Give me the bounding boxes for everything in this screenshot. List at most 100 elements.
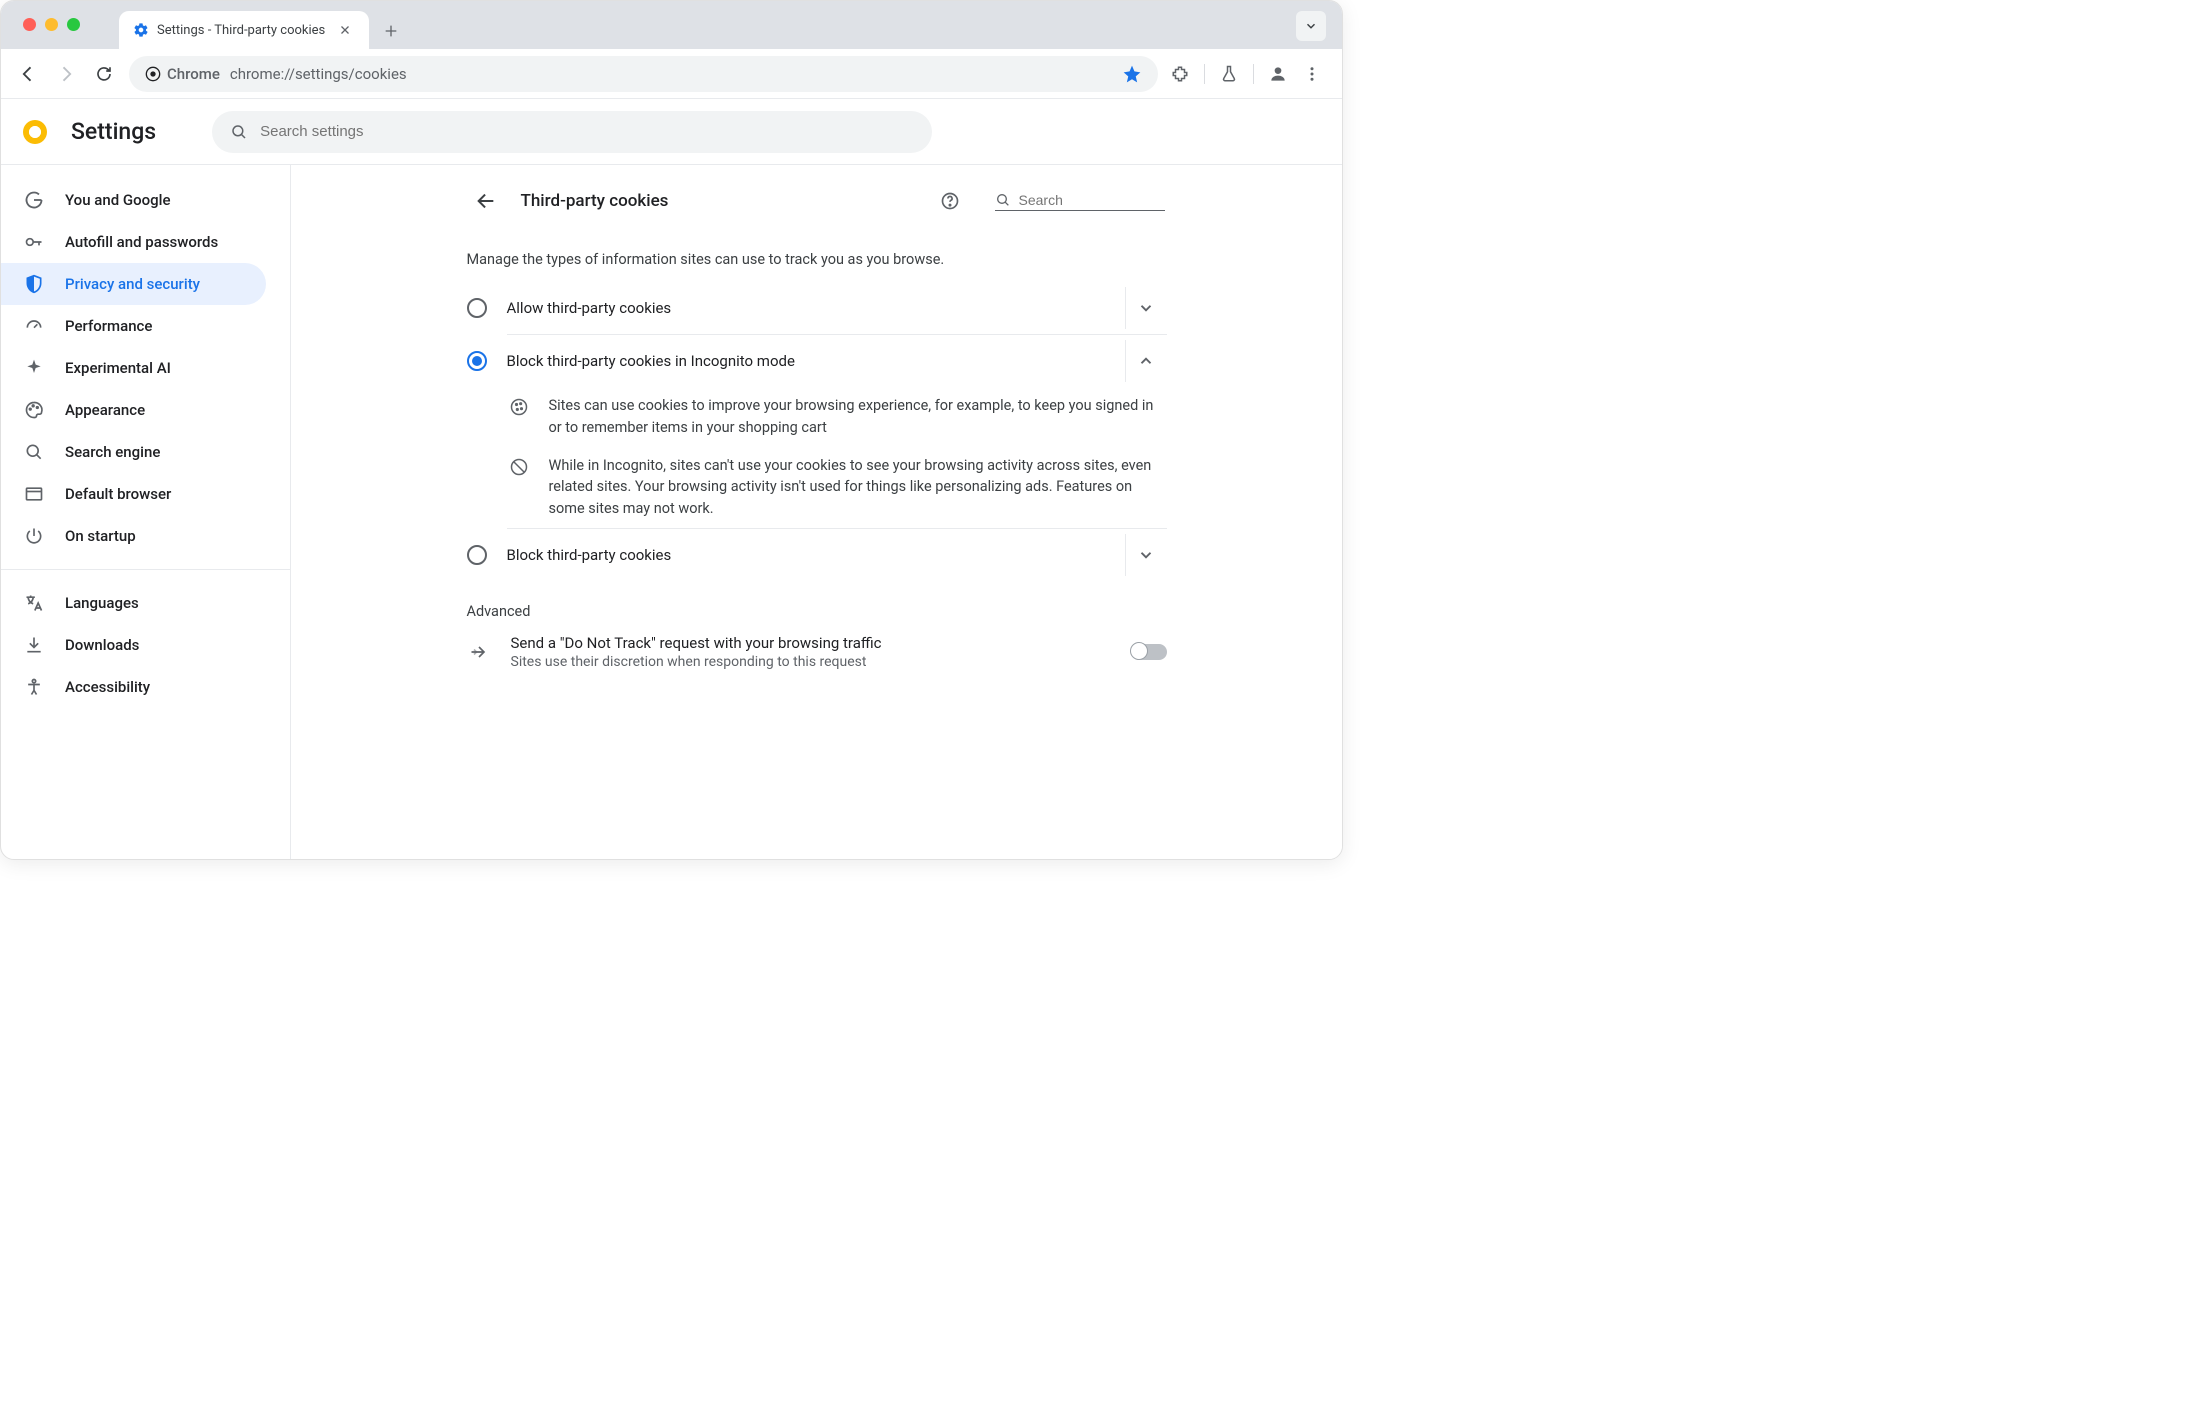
sparkle-icon — [23, 358, 45, 378]
palette-icon — [23, 400, 45, 420]
sidebar-item-you-and-google[interactable]: You and Google — [1, 179, 266, 221]
tab-overflow-button[interactable] — [1296, 11, 1326, 41]
site-info-button[interactable]: Chrome — [145, 65, 220, 83]
expand-button[interactable] — [1125, 287, 1167, 329]
sidebar-item-on-startup[interactable]: On startup — [1, 515, 266, 557]
profile-avatar[interactable] — [1268, 64, 1288, 84]
tab-close-button[interactable] — [339, 24, 351, 36]
panel-title: Third-party cookies — [521, 191, 915, 211]
panel-back-button[interactable] — [469, 184, 503, 218]
kebab-menu-icon[interactable] — [1302, 64, 1322, 84]
tab-settings[interactable]: Settings - Third-party cookies — [119, 11, 369, 49]
new-tab-button[interactable] — [383, 23, 399, 39]
reload-button[interactable] — [91, 61, 117, 87]
window-maximize-button[interactable] — [67, 18, 80, 31]
search-icon — [23, 442, 45, 462]
toolbar-actions — [1170, 64, 1328, 84]
sidebar-item-label: Autofill and passwords — [65, 233, 218, 251]
forward-button[interactable] — [53, 61, 79, 87]
collapse-button[interactable] — [1125, 340, 1167, 382]
window-controls — [23, 18, 80, 31]
tab-strip: Settings - Third-party cookies — [1, 1, 1342, 49]
dnt-toggle[interactable] — [1131, 644, 1167, 660]
sidebar-item-search-engine[interactable]: Search engine — [1, 431, 266, 473]
sidebar-item-label: Appearance — [65, 401, 145, 419]
window-minimize-button[interactable] — [45, 18, 58, 31]
radio-button[interactable] — [467, 351, 487, 371]
address-bar[interactable]: Chrome chrome://settings/cookies — [129, 56, 1158, 92]
sidebar-divider — [1, 569, 290, 570]
url-text: chrome://settings/cookies — [230, 65, 1112, 83]
sidebar-item-label: Search engine — [65, 443, 160, 461]
do-not-track-row[interactable]: Send a "Do Not Track" request with your … — [467, 620, 1167, 684]
page-title: Settings — [71, 118, 156, 145]
search-settings-input[interactable] — [260, 123, 914, 140]
sidebar-item-label: Downloads — [65, 636, 139, 654]
cookie-icon — [507, 395, 531, 439]
shield-icon — [23, 274, 45, 294]
settings-header: Settings — [1, 99, 1342, 165]
sidebar-item-label: Accessibility — [65, 678, 150, 696]
sidebar-item-appearance[interactable]: Appearance — [1, 389, 266, 431]
speedometer-icon — [23, 316, 45, 336]
sidebar-item-downloads[interactable]: Downloads — [1, 624, 266, 666]
option-label: Allow third-party cookies — [507, 299, 1105, 317]
sidebar-item-label: Privacy and security — [65, 275, 200, 293]
sidebar-item-languages[interactable]: Languages — [1, 582, 266, 624]
translate-icon — [23, 593, 45, 613]
sidebar-item-label: On startup — [65, 527, 136, 545]
sidebar-item-label: Performance — [65, 317, 152, 335]
labs-icon[interactable] — [1219, 64, 1239, 84]
sidebar-item-performance[interactable]: Performance — [1, 305, 266, 347]
panel-header: Third-party cookies — [467, 173, 1167, 229]
sidebar-item-experimental-ai[interactable]: Experimental AI — [1, 347, 266, 389]
option-detail-text: While in Incognito, sites can't use your… — [549, 455, 1167, 520]
browser-toolbar: Chrome chrome://settings/cookies — [1, 49, 1342, 99]
option-block-third-party[interactable]: Block third-party cookies — [467, 529, 1167, 581]
search-settings-box[interactable] — [212, 111, 932, 153]
back-button[interactable] — [15, 61, 41, 87]
toolbar-separator — [1204, 64, 1205, 84]
gear-icon — [133, 22, 149, 38]
radio-button[interactable] — [467, 298, 487, 318]
sidebar-item-default-browser[interactable]: Default browser — [1, 473, 266, 515]
sidebar-item-label: Languages — [65, 594, 139, 612]
chrome-logo-icon — [23, 120, 47, 144]
bookmark-star-icon[interactable] — [1122, 64, 1142, 84]
panel-description: Manage the types of information sites ca… — [467, 251, 1167, 268]
power-icon — [23, 526, 45, 546]
dnt-title: Send a "Do Not Track" request with your … — [511, 634, 1111, 652]
radio-button[interactable] — [467, 545, 487, 565]
google-g-icon — [23, 190, 45, 210]
block-icon — [507, 455, 531, 520]
option-allow-third-party[interactable]: Allow third-party cookies — [467, 282, 1167, 334]
toolbar-separator — [1253, 64, 1254, 84]
option-detail: While in Incognito, sites can't use your… — [467, 447, 1167, 528]
sidebar-item-privacy-security[interactable]: Privacy and security — [1, 263, 266, 305]
download-icon — [23, 635, 45, 655]
sidebar-item-label: Experimental AI — [65, 359, 171, 377]
panel-search-input[interactable] — [1019, 192, 1165, 208]
option-detail-text: Sites can use cookies to improve your br… — [549, 395, 1167, 439]
expand-button[interactable] — [1125, 534, 1167, 576]
option-label: Block third-party cookies — [507, 546, 1105, 564]
advanced-section-label: Advanced — [467, 603, 1167, 620]
sidebar-item-accessibility[interactable]: Accessibility — [1, 666, 266, 708]
search-icon — [230, 123, 248, 141]
window-close-button[interactable] — [23, 18, 36, 31]
panel-search-box[interactable] — [995, 192, 1165, 211]
help-button[interactable] — [933, 184, 967, 218]
sidebar-item-autofill[interactable]: Autofill and passwords — [1, 221, 266, 263]
content-area: Third-party cookies Manage the types of … — [291, 165, 1342, 859]
option-block-incognito[interactable]: Block third-party cookies in Incognito m… — [467, 335, 1167, 387]
tab-title: Settings - Third-party cookies — [157, 23, 325, 38]
key-icon — [23, 232, 45, 252]
browser-window-icon — [23, 484, 45, 504]
extensions-icon[interactable] — [1170, 64, 1190, 84]
dnt-subtitle: Sites use their discretion when respondi… — [511, 654, 1111, 670]
accessibility-icon — [23, 677, 45, 697]
search-icon — [995, 192, 1011, 208]
settings-sidebar: You and Google Autofill and passwords Pr… — [1, 165, 291, 859]
option-label: Block third-party cookies in Incognito m… — [507, 352, 1105, 370]
option-detail: Sites can use cookies to improve your br… — [467, 387, 1167, 447]
